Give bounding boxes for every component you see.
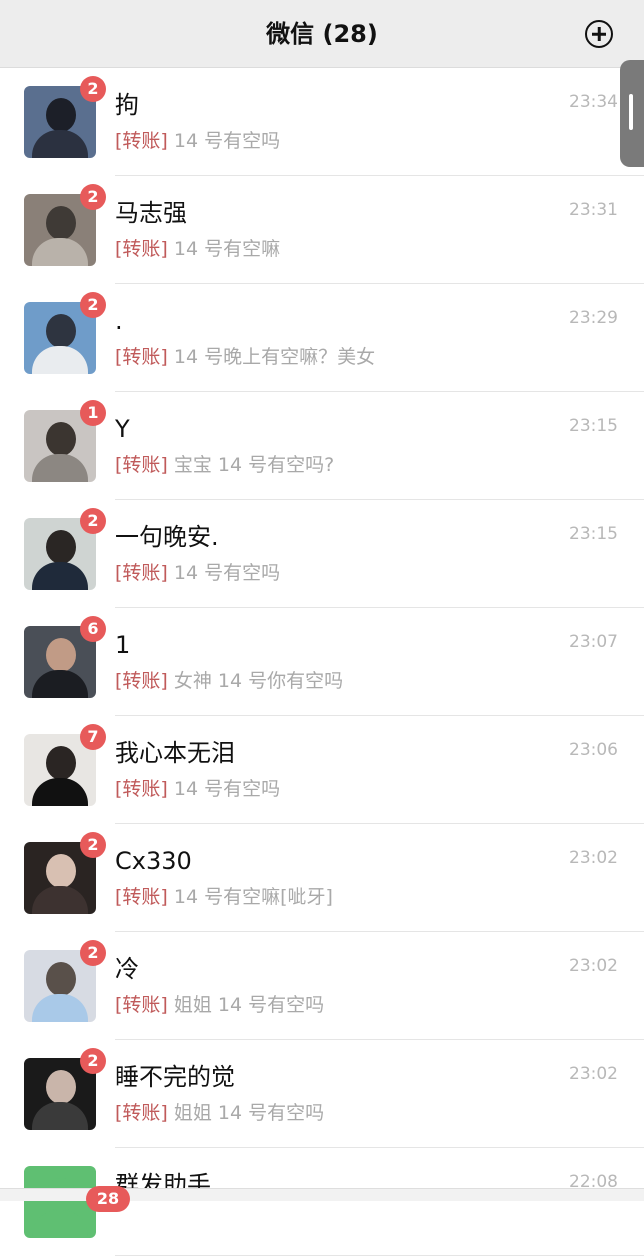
avatar-head	[46, 962, 76, 996]
preview-text: 14 号有空嘛	[173, 238, 281, 260]
avatar-body	[32, 130, 88, 158]
preview-text: 女神 14 号你有空吗	[173, 670, 344, 692]
preview-text: 姐姐 14 号有空吗	[173, 1102, 325, 1124]
chat-name: 睡不完的觉	[115, 1063, 235, 1091]
avatar-head	[46, 98, 76, 132]
preview-text: 14 号有空吗	[173, 130, 281, 152]
transfer-tag: [转账]	[115, 670, 168, 692]
scroll-handle[interactable]	[620, 60, 644, 167]
unread-badge: 2	[80, 508, 106, 534]
transfer-tag: [转账]	[115, 562, 168, 584]
transfer-tag: [转账]	[115, 886, 168, 908]
title-bar: 微信 (28)	[0, 0, 644, 68]
avatar-head	[46, 206, 76, 240]
unread-badge: 7	[80, 724, 106, 750]
chat-time: 23:34	[569, 92, 618, 112]
chat-name: 一句晚安.	[115, 523, 219, 551]
chat-time: 23:02	[569, 956, 618, 976]
chat-row[interactable]: 7 我心本无泪 23:06 [转账] 14 号有空吗	[0, 716, 644, 824]
chat-name: Cx330	[115, 847, 192, 875]
preview-text: 14 号有空嘛[呲牙]	[173, 886, 333, 908]
unread-badge: 2	[80, 940, 106, 966]
chat-time: 23:07	[569, 632, 618, 652]
unread-badge: 6	[80, 616, 106, 642]
chat-row[interactable]: 2 冷 23:02 [转账] 姐姐 14 号有空吗	[0, 932, 644, 1040]
unread-badge: 2	[80, 1048, 106, 1074]
preview-text: 姐姐 14 号有空吗	[173, 994, 325, 1016]
chat-time: 23:31	[569, 200, 618, 220]
chat-name: 1	[115, 631, 131, 659]
avatar-body	[32, 346, 88, 374]
avatar-head	[46, 854, 76, 888]
chat-row[interactable]: 2 . 23:29 [转账] 14 号晚上有空嘛？美女	[0, 284, 644, 392]
chat-name: Y	[115, 415, 130, 443]
transfer-tag: [转账]	[115, 346, 168, 368]
avatar-body	[32, 778, 88, 806]
chat-time: 23:15	[569, 524, 618, 544]
chat-row[interactable]: 6 1 23:07 [转账] 女神 14 号你有空吗	[0, 608, 644, 716]
chat-preview: [转账] 女神 14 号你有空吗	[115, 668, 343, 694]
avatar-body	[32, 670, 88, 698]
unread-badge: 2	[80, 76, 106, 102]
chat-name: 我心本无泪	[115, 739, 235, 767]
transfer-tag: [转账]	[115, 454, 168, 476]
chat-name: 拘	[115, 91, 139, 119]
chat-time: 23:15	[569, 416, 618, 436]
chat-name: .	[115, 307, 123, 335]
chat-time: 23:02	[569, 1064, 618, 1084]
transfer-tag: [转账]	[115, 130, 168, 152]
chat-row[interactable]: 2 Cx330 23:02 [转账] 14 号有空嘛[呲牙]	[0, 824, 644, 932]
chat-row[interactable]: 2 马志强 23:31 [转账] 14 号有空嘛	[0, 176, 644, 284]
avatar-body	[32, 886, 88, 914]
chat-row[interactable]: 2 一句晚安. 23:15 [转账] 14 号有空吗	[0, 500, 644, 608]
chat-preview: [转账] 姐姐 14 号有空吗	[115, 1100, 324, 1126]
transfer-tag: [转账]	[115, 778, 168, 800]
transfer-tag: [转账]	[115, 1102, 168, 1124]
tab-unread-badge: 28	[86, 1186, 130, 1212]
avatar-body	[32, 454, 88, 482]
preview-text: 14 号晚上有空嘛？美女	[173, 346, 376, 368]
chat-preview: [转账] 14 号有空吗	[115, 560, 280, 586]
transfer-tag: [转账]	[115, 994, 168, 1016]
preview-text: 14 号有空吗	[173, 562, 281, 584]
chat-preview: [转账] 14 号有空吗	[115, 776, 280, 802]
avatar-head	[46, 422, 76, 456]
avatar-body	[32, 1102, 88, 1130]
unread-badge: 1	[80, 400, 106, 426]
chat-preview: [转账] 14 号有空嘛	[115, 236, 280, 262]
transfer-tag: [转账]	[115, 238, 168, 260]
avatar-head	[46, 314, 76, 348]
chat-time: 23:29	[569, 308, 618, 328]
chat-time: 23:06	[569, 740, 618, 760]
chat-row[interactable]: 2 拘 23:34 [转账] 14 号有空吗	[0, 68, 644, 176]
avatar-head	[46, 638, 76, 672]
unread-badge: 2	[80, 184, 106, 210]
avatar-head	[46, 530, 76, 564]
chat-preview: [转账] 14 号晚上有空嘛？美女	[115, 344, 375, 370]
chat-preview: [转账] 14 号有空吗	[115, 128, 280, 154]
chat-preview: [转账] 宝宝 14 号有空吗?	[115, 452, 334, 478]
unread-badge: 2	[80, 832, 106, 858]
chat-name: 冷	[115, 955, 139, 983]
avatar-body	[32, 1210, 88, 1238]
chat-name: 马志强	[115, 199, 187, 227]
chat-row[interactable]: 1 Y 23:15 [转账] 宝宝 14 号有空吗?	[0, 392, 644, 500]
avatar-head	[46, 1070, 76, 1104]
preview-text: 宝宝 14 号有空吗?	[173, 454, 335, 476]
avatar-body	[32, 562, 88, 590]
chat-row[interactable]: 2 睡不完的觉 23:02 [转账] 姐姐 14 号有空吗	[0, 1040, 644, 1148]
chat-list: 2 拘 23:34 [转账] 14 号有空吗 2 马志强 23:31 [转账] …	[0, 68, 644, 1256]
unread-badge: 2	[80, 292, 106, 318]
avatar-body	[32, 994, 88, 1022]
chat-time: 23:02	[569, 848, 618, 868]
preview-text: 14 号有空吗	[173, 778, 281, 800]
chat-preview: [转账] 14 号有空嘛[呲牙]	[115, 884, 333, 910]
chat-preview: [转账] 姐姐 14 号有空吗	[115, 992, 324, 1018]
add-icon[interactable]	[585, 20, 613, 48]
page-title: 微信 (28)	[266, 20, 378, 48]
avatar[interactable]	[24, 1166, 96, 1238]
avatar-body	[32, 238, 88, 266]
avatar-head	[46, 746, 76, 780]
